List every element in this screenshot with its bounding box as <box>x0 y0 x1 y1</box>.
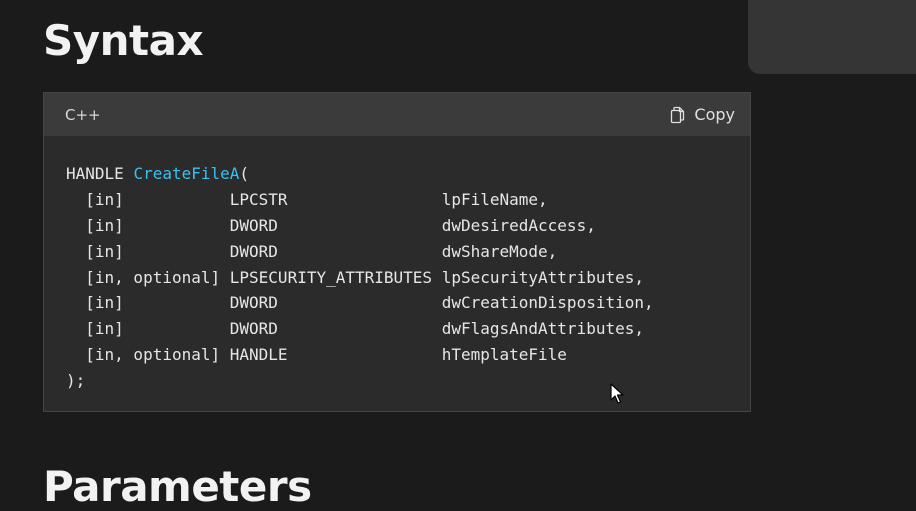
language-label: C++ <box>65 105 101 124</box>
code-line-param: [in] DWORD dwDesiredAccess, <box>66 213 750 239</box>
param-name: dwShareMode, <box>441 241 558 261</box>
code-line-closing: ); <box>66 371 86 391</box>
param-name: lpSecurityAttributes, <box>441 267 644 287</box>
param-type: LPSECURITY_ATTRIBUTES <box>229 267 433 287</box>
param-type: DWORD <box>229 215 278 235</box>
copy-button[interactable]: Copy <box>669 105 735 124</box>
side-panel <box>748 0 916 74</box>
param-annotation: [in, optional] <box>85 345 221 365</box>
function-name: CreateFileA <box>133 164 240 183</box>
param-annotation: [in] <box>85 189 124 209</box>
return-type: HANDLE <box>66 164 134 183</box>
param-annotation: [in] <box>85 293 124 313</box>
open-paren: ( <box>239 164 250 183</box>
param-type: DWORD <box>229 319 278 339</box>
copy-label: Copy <box>694 105 735 124</box>
copy-icon <box>669 106 687 124</box>
param-annotation: [in] <box>85 241 124 261</box>
param-annotation: [in] <box>85 215 124 235</box>
code-line-param: [in] LPCSTR lpFileName, <box>66 187 750 213</box>
code-line-param: [in] DWORD dwShareMode, <box>66 239 750 265</box>
param-name: dwCreationDisposition, <box>441 293 654 313</box>
syntax-heading: Syntax <box>43 16 204 65</box>
code-line-signature: HANDLE CreateFileA( <box>66 161 750 187</box>
param-name: dwFlagsAndAttributes, <box>441 319 644 339</box>
code-line-param: [in, optional] LPSECURITY_ATTRIBUTES lpS… <box>66 265 750 291</box>
code-line-param: [in] DWORD dwFlagsAndAttributes, <box>66 316 750 342</box>
code-block: C++ Copy HANDLE CreateFileA( [in] LPCSTR… <box>43 92 751 412</box>
param-type: HANDLE <box>229 345 288 365</box>
param-name: hTemplateFile <box>441 345 567 365</box>
param-type: DWORD <box>229 293 278 313</box>
param-type: DWORD <box>229 241 278 261</box>
param-annotation: [in] <box>85 319 124 339</box>
code-body: HANDLE CreateFileA( [in] LPCSTR lpFileNa… <box>44 136 750 394</box>
param-type: LPCSTR <box>229 189 288 209</box>
param-annotation: [in, optional] <box>85 267 221 287</box>
parameters-heading: Parameters <box>43 462 312 511</box>
param-name: dwDesiredAccess, <box>441 215 596 235</box>
code-line-param: [in, optional] HANDLE hTemplateFile <box>66 342 750 368</box>
code-header: C++ Copy <box>44 93 750 136</box>
param-name: lpFileName, <box>441 189 548 209</box>
mouse-cursor-icon <box>610 383 624 404</box>
code-line-param: [in] DWORD dwCreationDisposition, <box>66 290 750 316</box>
